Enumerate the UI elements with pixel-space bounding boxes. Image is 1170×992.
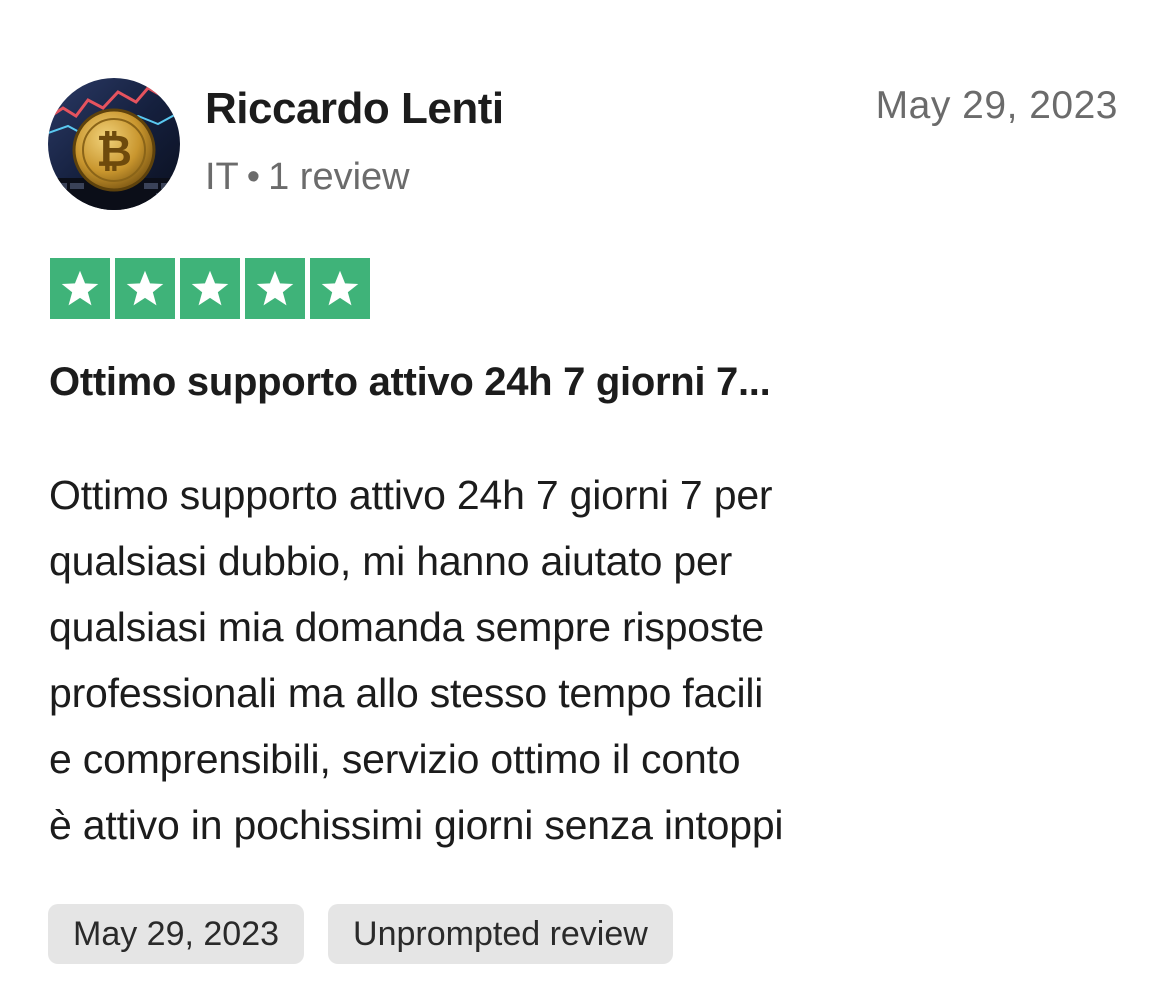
reviewer-meta: IT • 1 review xyxy=(205,156,410,199)
review-body-line: e comprensibili, servizio ottimo il cont… xyxy=(49,736,741,782)
review-body-line: Ottimo supporto attivo 24h 7 giorni 7 pe… xyxy=(49,472,773,518)
star-icon xyxy=(180,258,240,319)
unprompted-review-chip[interactable]: Unprompted review xyxy=(328,904,673,964)
star-icon xyxy=(245,258,305,319)
reviewer-avatar[interactable]: ₿ xyxy=(48,78,180,210)
star-icon xyxy=(115,258,175,319)
star-icon xyxy=(50,258,110,319)
review-body-line: qualsiasi dubbio, mi hanno aiutato per xyxy=(49,538,733,584)
review-body-line: professionali ma allo stesso tempo facil… xyxy=(49,670,764,716)
star-icon xyxy=(310,258,370,319)
reviewer-country: IT xyxy=(205,156,239,198)
review-title[interactable]: Ottimo supporto attivo 24h 7 giorni 7... xyxy=(49,360,771,405)
svg-text:₿: ₿ xyxy=(96,126,132,177)
experience-date-chip: May 29, 2023 xyxy=(48,904,305,964)
review-body[interactable]: Ottimo supporto attivo 24h 7 giorni 7 pe… xyxy=(49,462,1009,858)
review-body-line: è attivo in pochissimi giorni senza into… xyxy=(49,802,784,848)
reviewer-review-count: 1 review xyxy=(268,156,410,198)
meta-separator: • xyxy=(246,156,261,198)
review-body-line: qualsiasi mia domanda sempre risposte xyxy=(49,604,765,650)
review-card: ₿ Riccardo Lenti IT • 1 review May 29, 202… xyxy=(0,0,1170,992)
reviewer-name[interactable]: Riccardo Lenti xyxy=(205,84,504,134)
bitcoin-avatar-icon: ₿ xyxy=(48,78,180,210)
star-rating xyxy=(50,258,370,319)
review-tags: May 29, 2023 Unprompted review xyxy=(48,904,673,964)
review-date: May 29, 2023 xyxy=(875,84,1118,127)
